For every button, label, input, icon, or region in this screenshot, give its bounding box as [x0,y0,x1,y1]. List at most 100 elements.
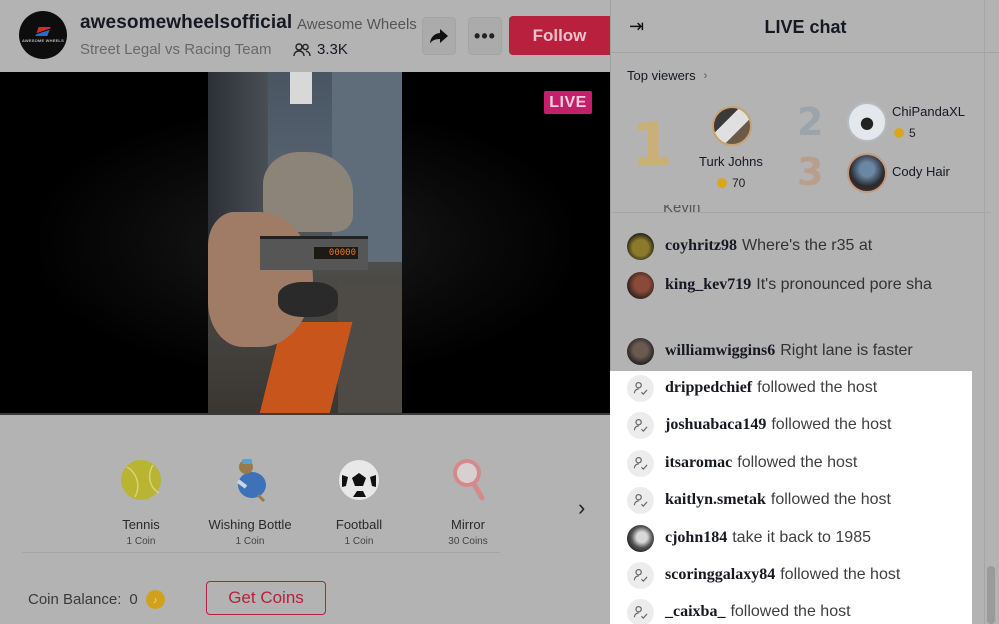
mirror-icon [446,457,490,503]
video-scene-hand [208,212,313,347]
gift-price: 1 Coin [344,536,374,547]
chat-username[interactable]: king_kev719 [665,276,751,293]
wishing-bottle-icon [228,457,272,503]
top-viewer-name[interactable]: ChiPandaXL [892,104,965,119]
chat-username[interactable]: itsaromac [665,454,732,471]
rank-number-2: 2 [797,100,824,144]
user-avatar[interactable] [627,338,654,365]
chat-follow-event: scoringgalaxy84 followed the host [627,561,967,589]
gifts-next-chevron-icon[interactable]: › [578,495,585,521]
chat-username[interactable]: scoringgalaxy84 [665,566,775,583]
chat-text: Right lane is faster [780,342,913,359]
chat-username[interactable]: williamwiggins6 [665,342,775,359]
coin-icon [894,128,904,138]
chat-username[interactable]: joshuabaca149 [665,416,766,433]
gift-item-tennis[interactable]: Tennis 1 Coin [86,457,196,547]
chat-username[interactable]: drippedchief [665,379,752,396]
chat-username[interactable]: kaitlyn.smetak [665,491,766,508]
user-avatar[interactable] [627,525,654,552]
chat-text: followed the host [730,603,851,620]
chat-title: LIVE chat [764,17,847,37]
chat-message: williamwiggins6 Right lane is faster [627,337,967,365]
stream-header: AWESOME WHEELS awesomewheelsofficial Awe… [0,0,610,72]
gift-name: Tennis [122,517,160,532]
coin-icon [717,178,727,188]
chat-follow-event: drippedchief followed the host [627,374,967,402]
coin-balance: Coin Balance: 0 ♪ [28,590,165,609]
chat-username[interactable]: coyhritz98 [665,237,737,254]
chat-message: cjohn184 take it back to 1985 [627,524,967,552]
video-timer-display: 00000 [314,247,358,259]
gift-price: 30 Coins [448,536,488,547]
chevron-right-icon: › [703,69,708,82]
chat-text: followed the host [757,379,878,396]
gift-item-football[interactable]: Football 1 Coin [304,457,414,547]
share-button[interactable] [422,17,456,55]
more-options-button[interactable]: ••• [468,17,502,55]
chat-username[interactable]: _caixba_ [665,603,725,620]
user-followed-icon [627,487,654,514]
host-logo-text: AWESOME WHEELS [22,38,64,43]
user-followed-icon [627,375,654,402]
chat-text: take it back to 1985 [732,529,871,546]
follow-button[interactable]: Follow [509,16,610,55]
gift-price: 1 Coin [235,536,265,547]
gift-item-mirror[interactable]: Mirror 30 Coins [413,457,523,547]
gift-item-wishing-bottle[interactable]: Wishing Bottle 1 Coin [195,457,305,547]
chat-text: Where's the r35 at [741,237,873,254]
live-chat-panel: ⇥ LIVE chat Top viewers › 1 Turk Johns 7… [610,0,999,624]
top-viewers-link[interactable]: Top viewers › [627,68,707,83]
top-viewer-coins: 70 [717,176,745,190]
highlighted-chat-region: drippedchief followed the host joshuabaca… [610,371,972,624]
gift-name: Wishing Bottle [208,517,292,532]
top-viewers-divider [611,212,991,213]
chat-text: followed the host [780,566,901,583]
share-arrow-icon [430,29,448,44]
chat-follow-event: itsaromac followed the host [627,449,967,477]
host-avatar[interactable]: AWESOME WHEELS [19,11,67,59]
stream-title: Street Legal vs Racing Team [80,41,272,58]
top-viewer-coins: 5 [894,126,916,140]
top-viewer-avatar[interactable] [847,153,887,193]
host-username[interactable]: awesomewheelsofficial [80,12,292,34]
top-viewer-name[interactable]: Cody Hair [892,164,950,179]
chat-scrollbar-track[interactable] [984,0,998,624]
video-scene-floor [338,282,402,413]
logo-icon [35,27,51,36]
chat-message: coyhritz98 Where's the r35 at [627,232,967,260]
chat-username[interactable]: cjohn184 [665,529,727,546]
football-icon [337,457,381,503]
user-avatar[interactable] [627,272,654,299]
gift-name: Football [335,517,383,532]
rank-number-3: 3 [797,150,824,194]
gift-panel: Tennis 1 Coin Wishing Bottle 1 Coin Foot… [0,415,610,624]
coin-icon: ♪ [145,590,165,609]
video-feed: 00000 [208,72,402,413]
chat-text: followed the host [771,416,892,433]
chat-text: followed the host [737,454,858,471]
top-viewer-name[interactable]: Turk Johns [699,154,763,169]
user-avatar[interactable] [627,233,654,260]
coin-balance-label: Coin Balance: [28,591,122,608]
rank-number-1: 1 [631,110,673,180]
top-viewer-coin-value: 70 [732,176,746,190]
user-followed-icon [627,450,654,477]
top-viewer-avatar[interactable] [712,106,752,146]
chat-message: king_kev719 It's pronounced pore sha [627,271,967,299]
user-followed-icon [627,562,654,589]
gift-price: 1 Coin [126,536,156,547]
live-badge: LIVE [544,91,592,114]
tennis-ball-icon [119,457,163,503]
live-video-player[interactable]: 00000 [0,72,610,415]
chat-follow-event: joshuabaca149 followed the host [627,411,967,439]
chat-scrollbar-thumb[interactable] [987,566,995,624]
cut-off-message: Kevin [663,205,701,215]
chat-text: It's pronounced pore sha [756,276,932,293]
gifts-divider [22,552,500,553]
coin-balance-value: 0 [129,591,138,608]
get-coins-button[interactable]: Get Coins [206,581,326,615]
video-scene-car [278,282,338,317]
top-viewer-avatar[interactable] [847,102,887,142]
chat-follow-event: kaitlyn.smetak followed the host [627,486,967,514]
host-nickname: Awesome Wheels [297,16,417,33]
